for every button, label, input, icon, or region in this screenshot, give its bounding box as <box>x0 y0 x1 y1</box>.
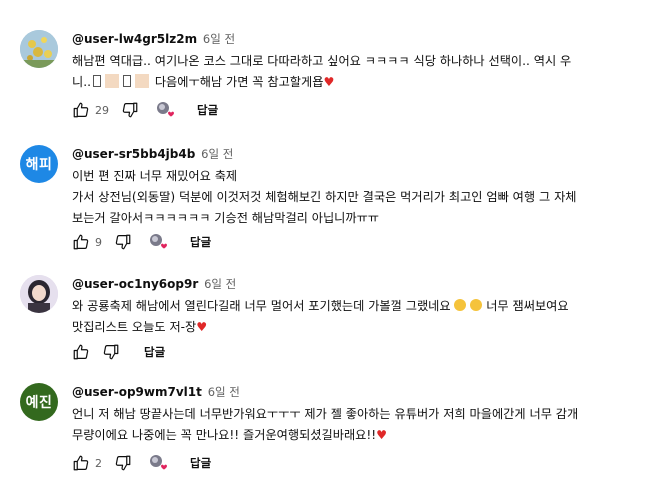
comment-actions: 29 답글 <box>72 99 218 121</box>
avatar-image <box>20 30 58 68</box>
avatar[interactable] <box>20 275 58 313</box>
comment-time[interactable]: 6일 전 <box>204 277 236 291</box>
comment-actions: 2 답글 <box>72 452 211 474</box>
like-button[interactable]: 2 <box>72 454 102 472</box>
comment-author[interactable]: @user-sr5bb4jb4b <box>72 147 195 161</box>
thumb-down-icon <box>103 344 119 360</box>
red-heart-emoji-icon: ♥ <box>323 75 335 89</box>
missing-glyph-icon <box>122 75 131 87</box>
creator-heart-icon <box>150 234 167 249</box>
comment-header: @user-oc1ny6op9r 6일 전 <box>72 275 654 293</box>
comment-text: 이번 편 진짜 너무 재밌어요 축제 가서 상전님(외동딸) 덕분에 이것저것 … <box>72 166 654 229</box>
comment-body: @user-oc1ny6op9r 6일 전 와 공룡축제 해남에서 열린다길래 … <box>72 275 654 338</box>
comment-text: 와 공룡축제 해남에서 열린다길래 너무 멀어서 포기했는데 가볼껄 그랬네요 … <box>72 296 654 338</box>
like-button[interactable]: 9 <box>72 233 102 251</box>
like-button[interactable] <box>72 343 90 361</box>
thumb-down-icon <box>115 455 131 471</box>
reply-button[interactable]: 답글 <box>144 344 165 360</box>
dislike-button[interactable] <box>102 343 120 361</box>
comment-header: @user-op9wm7vl1t 6일 전 <box>72 383 654 401</box>
thumb-up-icon <box>73 234 89 250</box>
comment-time[interactable]: 6일 전 <box>203 32 235 46</box>
like-count: 2 <box>95 456 102 470</box>
comment-author[interactable]: @user-op9wm7vl1t <box>72 385 202 399</box>
creator-heart-button[interactable] <box>155 100 177 120</box>
creator-heart-icon <box>157 102 174 117</box>
thumb-up-icon <box>73 344 89 360</box>
comment-text-line: 와 공룡축제 해남에서 열린다길래 너무 멀어서 포기했는데 가볼껄 그랬네요 <box>72 299 451 313</box>
creator-heart-icon <box>150 455 167 470</box>
like-button[interactable]: 29 <box>72 101 109 119</box>
comment-text-line: 니.. <box>72 75 91 89</box>
creator-heart-button[interactable] <box>148 232 170 252</box>
comment-header: @user-lw4gr5lz2m 6일 전 <box>72 30 654 48</box>
comment-text-line: 무량이에요 나중에는 꼭 만나요!! 즐거운여행되셨길바래요!! <box>72 428 377 442</box>
comment-text-line: 이번 편 진짜 너무 재밌어요 축제 <box>72 169 238 183</box>
grinning-emoji-icon <box>470 299 483 311</box>
comment-text-line: 너무 잼써보여요 <box>486 299 569 313</box>
comment-author[interactable]: @user-lw4gr5lz2m <box>72 32 197 46</box>
grinning-emoji-icon <box>454 299 467 311</box>
comment-actions: 9 답글 <box>72 231 211 253</box>
comment-body: @user-lw4gr5lz2m 6일 전 해남편 역대급.. 여기나온 코스 … <box>72 30 654 93</box>
comment-text-line: 언니 저 해남 땅끝사는데 너무반가워요ㅜㅜㅜ 제가 젤 좋아하는 유튜버가 저… <box>72 407 579 421</box>
comment-time[interactable]: 6일 전 <box>201 147 233 161</box>
comment-text: 해남편 역대급.. 여기나온 코스 그대로 다따라하고 싶어요 ㅋㅋㅋㅋ 식당 … <box>72 51 654 93</box>
thumb-up-icon <box>73 455 89 471</box>
comment-text-line: 가서 상전님(외동딸) 덕분에 이것저것 체험해보긴 하지만 결국은 먹거리가 … <box>72 190 577 204</box>
missing-glyph-icon <box>92 75 101 87</box>
red-heart-emoji-icon: ♥ <box>196 320 208 334</box>
red-heart-emoji-icon: ♥ <box>376 428 388 442</box>
like-count: 29 <box>95 103 109 117</box>
reply-button[interactable]: 답글 <box>190 455 211 471</box>
comment-body: @user-sr5bb4jb4b 6일 전 이번 편 진짜 너무 재밌어요 축제… <box>72 145 654 229</box>
like-count: 9 <box>95 235 102 249</box>
comment-author[interactable]: @user-oc1ny6op9r <box>72 277 198 291</box>
avatar-initials: 해피 <box>25 157 53 173</box>
comment-text-line: 보는거 갈아서ㅋㅋㅋㅋㅋㅋ 기승전 해남막걸리 아닙니까ㅠㅠ <box>72 211 380 225</box>
comment-text-line: 다음에ㅜ해남 가면 꼭 참고할게욥 <box>154 75 324 89</box>
comment-actions: 답글 <box>72 341 165 363</box>
comment-text: 언니 저 해남 땅끝사는데 너무반가워요ㅜㅜㅜ 제가 젤 좋아하는 유튜버가 저… <box>72 404 654 446</box>
dislike-button[interactable] <box>114 454 132 472</box>
creator-heart-button[interactable] <box>148 453 170 473</box>
avatar-initials: 예진 <box>25 395 53 411</box>
avatar[interactable]: 예진 <box>20 383 58 421</box>
comment-text-line: 해남편 역대급.. 여기나온 코스 그대로 다따라하고 싶어요 ㅋㅋㅋㅋ 식당 … <box>72 54 572 68</box>
avatar[interactable] <box>20 30 58 68</box>
emoji-icon <box>134 74 149 88</box>
comment-time[interactable]: 6일 전 <box>208 385 240 399</box>
reply-button[interactable]: 답글 <box>190 234 211 250</box>
reply-button[interactable]: 답글 <box>197 102 218 118</box>
avatar-image <box>20 275 58 313</box>
comment-header: @user-sr5bb4jb4b 6일 전 <box>72 145 654 163</box>
thumb-up-icon <box>73 102 89 118</box>
dislike-button[interactable] <box>121 101 139 119</box>
comment-body: @user-op9wm7vl1t 6일 전 언니 저 해남 땅끝사는데 너무반가… <box>72 383 654 446</box>
emoji-icon <box>104 74 119 88</box>
thumb-down-icon <box>115 234 131 250</box>
avatar[interactable]: 해피 <box>20 145 58 183</box>
thumb-down-icon <box>122 102 138 118</box>
dislike-button[interactable] <box>114 233 132 251</box>
comment-text-line: 맛집리스트 오늘도 저-장 <box>72 320 197 334</box>
